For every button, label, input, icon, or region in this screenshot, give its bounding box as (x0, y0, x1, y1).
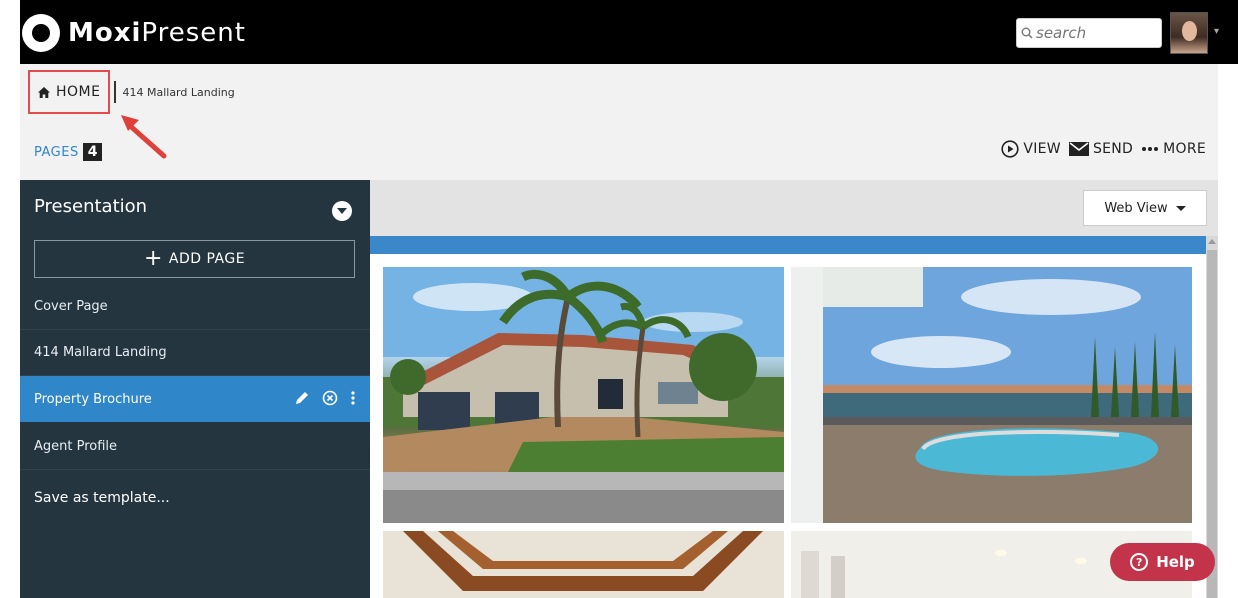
more-label: MORE (1163, 141, 1206, 157)
sidebar-item-label: Cover Page (34, 299, 108, 314)
more-button[interactable]: MORE (1141, 141, 1206, 157)
breadcrumb-separator (114, 81, 117, 103)
envelope-icon (1068, 142, 1089, 156)
brochure-header-bar (370, 236, 1206, 254)
sidebar-title: Presentation (34, 196, 148, 217)
view-mode-label: Web View (1104, 200, 1168, 216)
add-page-button[interactable]: + ADD PAGE (34, 240, 355, 278)
add-page-label: ADD PAGE (168, 251, 246, 267)
annotation-arrow-icon (121, 115, 167, 159)
scroll-up-icon[interactable] (1208, 239, 1216, 244)
sidebar-item-414-mallard-landing[interactable]: 414 Mallard Landing (20, 330, 370, 376)
help-icon: ? (1130, 553, 1149, 571)
photo-gallery (370, 254, 1206, 598)
home-icon (38, 86, 50, 98)
scrollbar-thumb[interactable] (1207, 250, 1217, 598)
sidebar-item-label: Agent Profile (34, 439, 118, 454)
sidebar-item-label: 414 Mallard Landing (34, 345, 167, 360)
help-label: Help (1156, 553, 1195, 571)
presentation-actions: VIEW SEND MORE (993, 140, 1206, 158)
view-label: VIEW (1023, 141, 1061, 157)
search-icon (1021, 27, 1033, 39)
pool-lake-image (791, 267, 1192, 523)
avatar-menu-caret-icon[interactable]: ▾ (1214, 26, 1219, 37)
right-margin (1218, 64, 1238, 598)
kebab-menu-icon[interactable] (350, 390, 356, 406)
sidebar-item-label: Property Brochure (34, 391, 152, 407)
presentation-sidebar: Presentation + ADD PAGE Cover Page 414 M… (20, 180, 370, 598)
breadcrumb-home-link[interactable]: HOME (28, 70, 111, 114)
caret-down-icon (1175, 205, 1186, 211)
sidebar-collapse-icon[interactable] (332, 201, 352, 221)
send-button[interactable]: SEND (1068, 141, 1134, 157)
left-margin (0, 0, 20, 64)
interior-ceiling-photo[interactable] (383, 531, 784, 598)
pages-count-badge: 4 (82, 143, 103, 161)
page-item-tools (282, 390, 356, 406)
app-logo[interactable]: MoxiPresent (22, 14, 246, 52)
pencil-icon[interactable] (294, 390, 310, 406)
avatar-face (1182, 21, 1197, 41)
search-box[interactable] (1016, 18, 1162, 48)
view-button[interactable]: VIEW (1001, 140, 1061, 158)
remove-circle-icon[interactable] (322, 390, 338, 406)
house-exterior-photo[interactable] (383, 267, 784, 523)
page-preview: Web View (370, 180, 1218, 598)
logo-icon (22, 14, 60, 52)
sidebar-item-agent-profile[interactable]: Agent Profile (20, 424, 370, 470)
plus-icon: + (143, 246, 163, 271)
breadcrumb-current: 414 Mallard Landing (122, 85, 235, 99)
breadcrumb: HOME 414 Mallard Landing (28, 70, 235, 114)
logo-text: MoxiPresent (68, 18, 246, 48)
house-exterior-image (383, 267, 784, 523)
sidebar-item-property-brochure[interactable]: Property Brochure (20, 376, 370, 422)
breadcrumb-home-label: HOME (56, 84, 101, 100)
pool-lake-photo[interactable] (791, 267, 1192, 523)
user-avatar[interactable] (1170, 12, 1208, 54)
help-button[interactable]: ? Help (1110, 543, 1215, 581)
search-input[interactable] (1036, 24, 1156, 42)
send-label: SEND (1092, 141, 1134, 157)
sidebar-item-cover-page[interactable]: Cover Page (20, 284, 370, 330)
play-circle-icon (1001, 140, 1019, 158)
pages-label: PAGES (34, 144, 79, 160)
interior-ceiling-image (383, 531, 784, 598)
save-as-template-link[interactable]: Save as template... (34, 490, 170, 506)
preview-scrollbar[interactable] (1206, 236, 1218, 598)
view-mode-select[interactable]: Web View (1083, 190, 1207, 226)
pages-counter[interactable]: PAGES 4 (34, 143, 103, 161)
ellipsis-icon (1142, 147, 1159, 151)
